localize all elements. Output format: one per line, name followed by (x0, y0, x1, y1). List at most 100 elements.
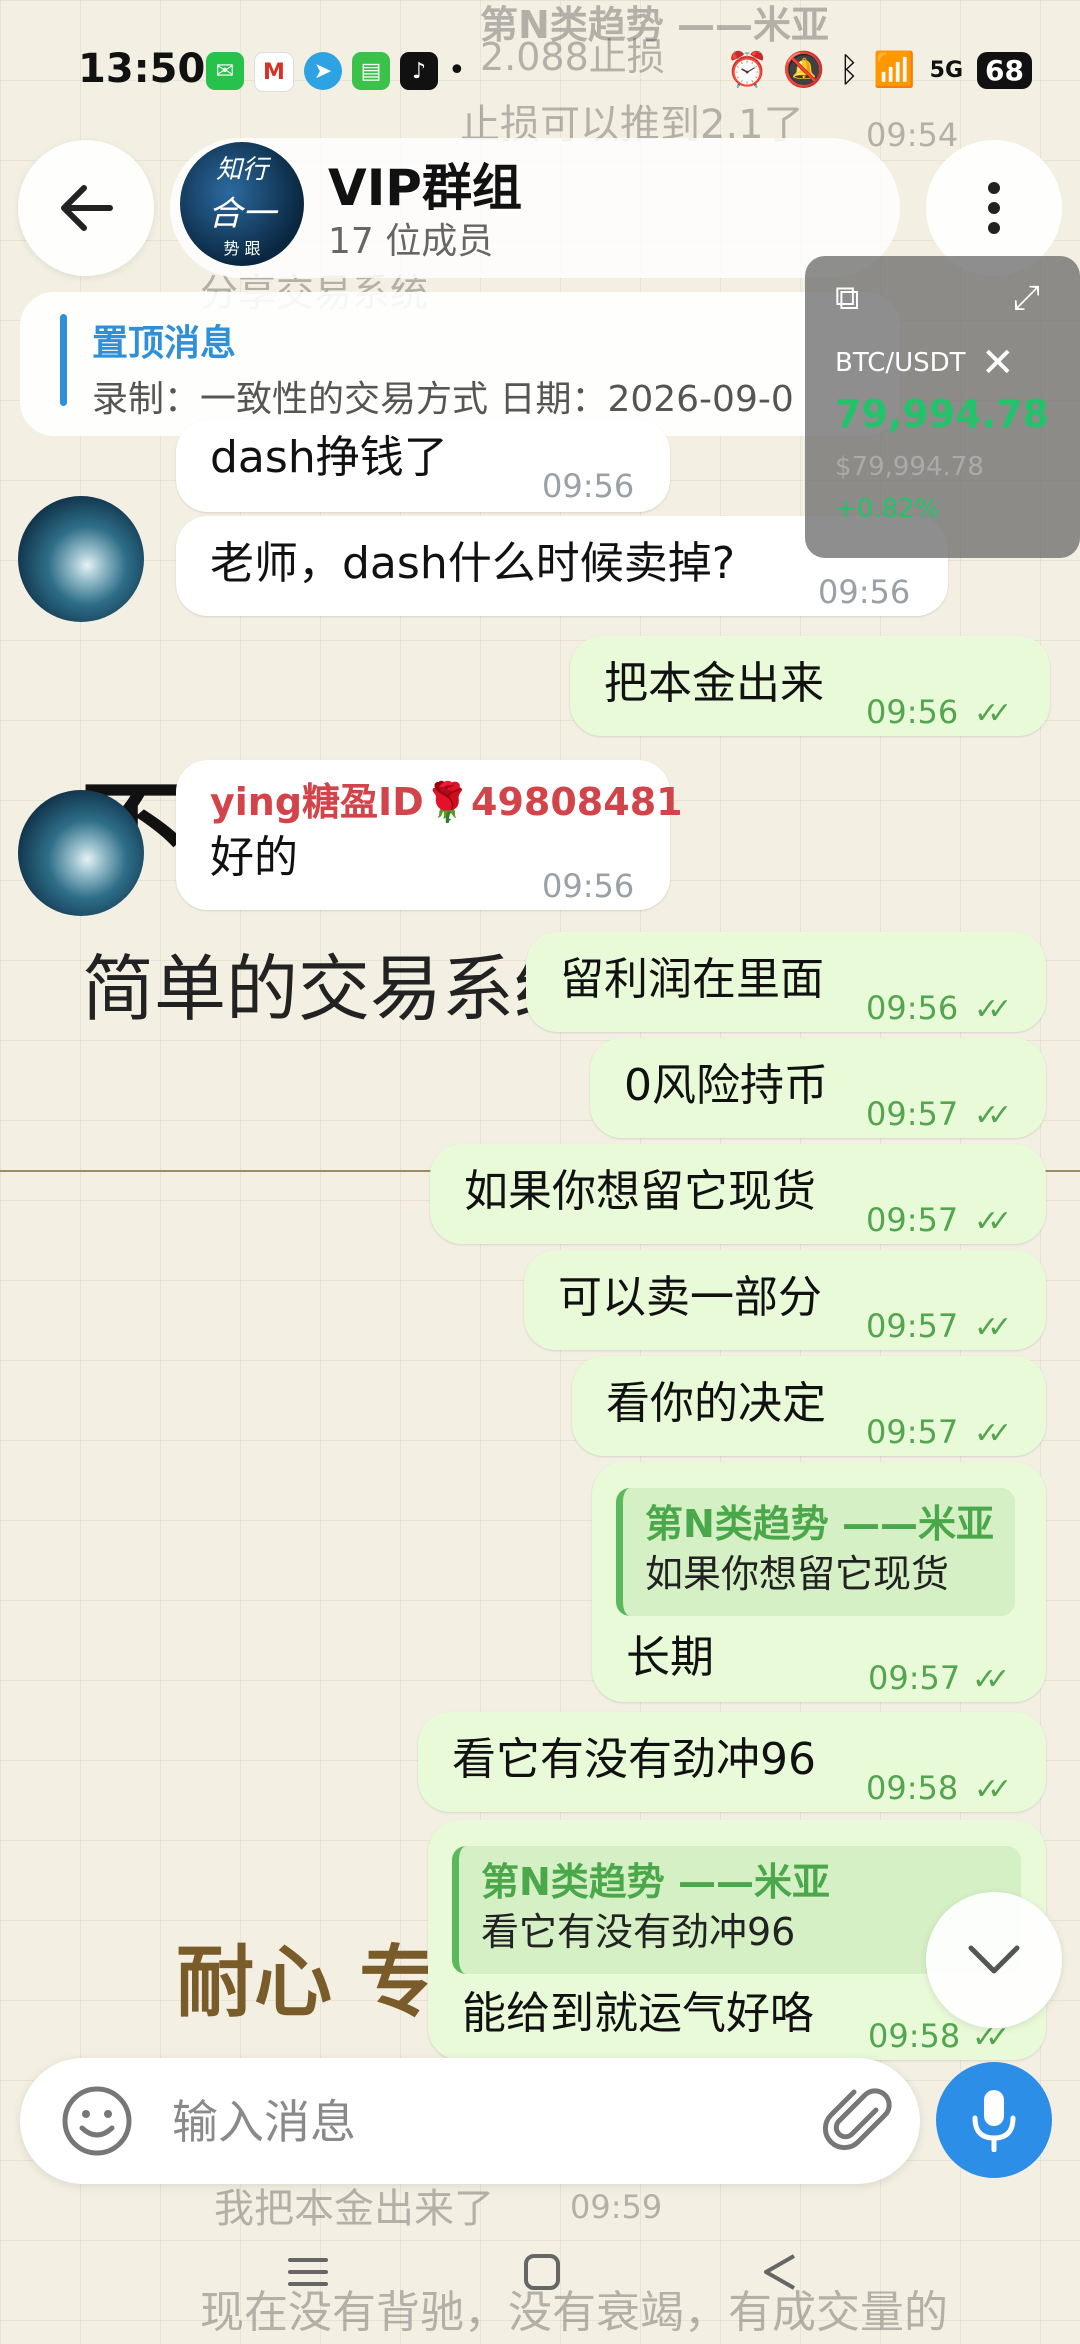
message-text: 如果你想留它现货 (464, 1166, 816, 1217)
message-incoming[interactable]: dash挣钱了 09:56 (176, 420, 670, 512)
message-time: 09:57 (868, 1659, 961, 1697)
microphone-icon (972, 2090, 1016, 2152)
message-text: 好的 (210, 832, 298, 883)
message-text: 看它有没有劲冲96 (452, 1734, 816, 1785)
signal-label: 5G (929, 57, 964, 83)
group-avatar-text-3: 势 跟 (223, 239, 261, 258)
sender-name[interactable]: ying糖盈ID🌹49808481 (210, 774, 683, 830)
wallpaper-gold-text: 耐心 专 (176, 1938, 438, 2028)
message-text: 可以卖一部分 (558, 1272, 822, 1323)
wifi-icon: 📶 (873, 50, 916, 90)
bluetooth-icon: ᛒ (838, 50, 860, 90)
alarm-icon: ⏰ (726, 50, 769, 90)
message-text: 把本金出来 (604, 658, 824, 709)
user-avatar[interactable] (18, 790, 144, 916)
message-time: 09:56 (866, 693, 959, 731)
message-outgoing[interactable]: 看你的决定 09:57 ✓✓ (572, 1356, 1046, 1456)
read-checks-icon: ✓✓ (974, 992, 1012, 1027)
read-checks-icon: ✓✓ (972, 1662, 1010, 1697)
messages-icon: ▤ (352, 52, 390, 90)
group-avatar-text-1: 知行 (215, 155, 268, 185)
status-indicators: ⏰ 🔕 ᛒ 📶 5G 68 (726, 50, 1032, 90)
message-outgoing[interactable]: 第N类趋势 ——米亚 如果你想留它现货 长期 09:57 ✓✓ (592, 1462, 1046, 1702)
chevron-down-icon (968, 1945, 1020, 1974)
chat-title: VIP群组 (328, 159, 522, 217)
pinned-indicator (60, 314, 67, 406)
paperclip-icon[interactable] (820, 2080, 902, 2162)
ghost-bottom-message: 我把本金出来了 (214, 2186, 494, 2232)
minimize-window-icon[interactable]: ⧉ (835, 278, 859, 318)
message-outgoing[interactable]: 把本金出来 09:56 ✓✓ (570, 636, 1050, 736)
message-time: 09:58 (866, 1769, 959, 1807)
message-time: 09:56 (818, 573, 911, 611)
message-text: 老师，dash什么时候卖掉? (210, 538, 736, 589)
widget-pair: BTC/USDT (835, 348, 966, 378)
battery-indicator: 68 (977, 51, 1032, 89)
status-bar: 13:50 ✉ M ➤ ▤ ♪ • ⏰ 🔕 ᛒ 📶 5G 68 (0, 0, 1080, 140)
group-avatar[interactable]: 知行 合一 势 跟 (180, 142, 304, 266)
telegram-icon: ➤ (304, 52, 342, 90)
pinned-text: 录制：一致性的交易方式 日期：2026-09-0 (92, 379, 794, 420)
menu-nav-icon[interactable] (284, 2254, 332, 2290)
message-text: 0风险持币 (624, 1060, 828, 1111)
tiktok-icon: ♪ (400, 52, 438, 90)
reply-preview[interactable]: 第N类趋势 ——米亚 如果你想留它现货 (616, 1488, 1015, 1616)
ghost-bottom-time: 09:59 (570, 2188, 663, 2226)
message-outgoing[interactable]: 如果你想留它现货 09:57 ✓✓ (430, 1144, 1046, 1244)
wallpaper-subheadline: 简单的交易系统 (82, 947, 587, 1031)
user-avatar[interactable] (18, 496, 144, 622)
reply-title: 第N类趋势 ——米亚 (645, 1502, 995, 1546)
message-time: 09:56 (542, 467, 635, 505)
reply-title: 第N类趋势 ——米亚 (481, 1860, 831, 1904)
home-nav-icon[interactable] (522, 2252, 562, 2292)
wechat-icon: ✉ (206, 52, 244, 90)
price-widget[interactable]: ⧉ ⤢ ✕ BTC/USDT 79,994.78 $79,994.78 +0.8… (805, 256, 1080, 558)
message-input[interactable] (170, 2078, 814, 2166)
voice-record-button[interactable] (936, 2062, 1052, 2178)
message-time: 09:56 (542, 867, 635, 905)
message-outgoing[interactable]: 看它有没有劲冲96 09:58 ✓✓ (418, 1712, 1046, 1812)
message-outgoing[interactable]: 0风险持币 09:57 ✓✓ (590, 1038, 1046, 1138)
expand-icon[interactable]: ⤢ (1013, 278, 1040, 318)
read-checks-icon: ✓✓ (974, 1772, 1012, 1807)
pinned-message[interactable]: 置顶消息 录制：一致性的交易方式 日期：2026-09-0 (20, 292, 900, 436)
message-composer (20, 2058, 920, 2184)
pinned-title: 置顶消息 (92, 323, 237, 364)
status-time: 13:50 (78, 46, 206, 92)
message-text: dash挣钱了 (210, 432, 448, 483)
message-text: 长期 (626, 1632, 714, 1683)
group-avatar-text-2: 合一 (208, 194, 276, 234)
scroll-to-bottom-button[interactable] (926, 1892, 1062, 2028)
more-vertical-icon (988, 182, 1000, 234)
read-checks-icon: ✓✓ (974, 696, 1012, 731)
message-text: 能给到就运气好咯 (462, 1988, 814, 2039)
gmail-icon: M (254, 52, 294, 92)
read-checks-icon: ✓✓ (974, 1204, 1012, 1239)
message-time: 09:57 (866, 1307, 959, 1345)
mute-icon: 🔕 (782, 50, 825, 90)
system-navigation-bar (0, 2240, 1080, 2344)
emoji-icon[interactable] (56, 2080, 138, 2162)
member-count: 17 位成员 (328, 221, 494, 262)
read-checks-icon: ✓✓ (974, 1416, 1012, 1451)
reply-text: 如果你想留它现货 (645, 1552, 950, 1596)
read-checks-icon: ✓✓ (974, 1310, 1012, 1345)
back-button[interactable] (18, 140, 154, 276)
more-notifications-icon: • (448, 53, 466, 88)
message-time: 09:58 (868, 2017, 961, 2055)
message-text: 看你的决定 (606, 1378, 826, 1429)
message-time: 09:57 (866, 1201, 959, 1239)
message-outgoing[interactable]: 可以卖一部分 09:57 ✓✓ (524, 1250, 1046, 1350)
reply-text: 看它有没有劲冲96 (481, 1910, 796, 1954)
back-nav-icon[interactable] (760, 2252, 800, 2292)
widget-change: +0.82% (835, 494, 940, 524)
close-icon[interactable]: ✕ (981, 340, 1015, 386)
widget-price: 79,994.78 (835, 392, 1049, 436)
message-time: 09:56 (866, 989, 959, 1027)
read-checks-icon: ✓✓ (974, 1098, 1012, 1133)
message-time: 09:57 (866, 1413, 959, 1451)
message-incoming[interactable]: ying糖盈ID🌹49808481 好的 09:56 (176, 760, 683, 910)
message-outgoing[interactable]: 留利润在里面 09:56 ✓✓ (526, 932, 1046, 1032)
widget-price-usd: $79,994.78 (835, 452, 984, 482)
message-time: 09:57 (866, 1095, 959, 1133)
